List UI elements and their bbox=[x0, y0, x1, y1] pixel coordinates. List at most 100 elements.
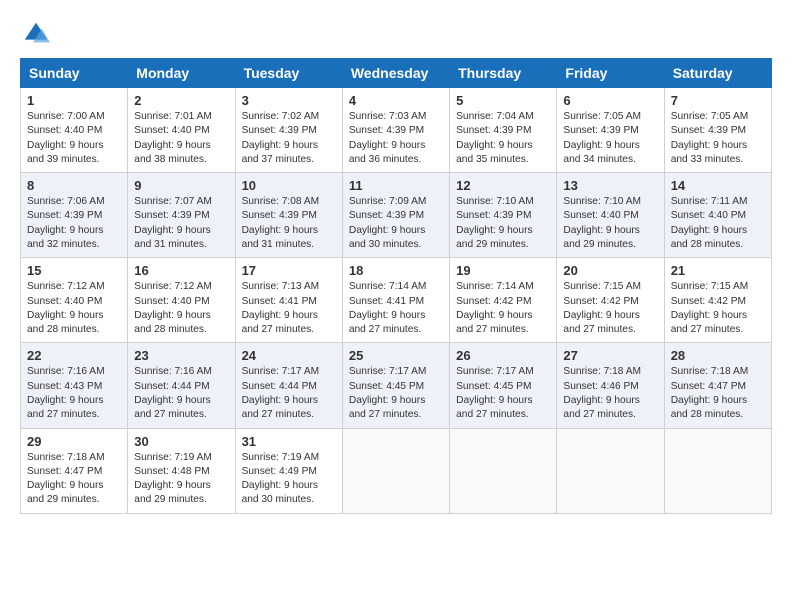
week-row-1: 1 Sunrise: 7:00 AMSunset: 4:40 PMDaylight… bbox=[21, 88, 772, 173]
calendar-cell: 22Sunrise: 7:16 AMSunset: 4:43 PMDayligh… bbox=[21, 343, 128, 428]
day-number: 24 bbox=[242, 348, 336, 363]
calendar-cell: 19Sunrise: 7:14 AMSunset: 4:42 PMDayligh… bbox=[450, 258, 557, 343]
calendar-cell: 24 Sunrise: 7:17 AMSunset: 4:44 PMDayligh… bbox=[235, 343, 342, 428]
cell-info: Sunrise: 7:03 AMSunset: 4:39 PMDaylight:… bbox=[349, 110, 443, 167]
day-number: 20 bbox=[563, 263, 657, 278]
calendar-cell: 13 Sunrise: 7:10 AMSunset: 4:40 PMDayligh… bbox=[557, 173, 664, 258]
day-number: 7 bbox=[671, 93, 765, 108]
day-number: 29 bbox=[27, 434, 121, 449]
cell-info: Sunrise: 7:17 AMSunset: 4:44 PMDaylight:… bbox=[242, 365, 336, 422]
calendar-cell: 17 Sunrise: 7:13 AMSunset: 4:41 PMDayligh… bbox=[235, 258, 342, 343]
calendar-cell: 25Sunrise: 7:17 AMSunset: 4:45 PMDayligh… bbox=[342, 343, 449, 428]
day-number: 13 bbox=[563, 178, 657, 193]
calendar-cell: 31Sunrise: 7:19 AMSunset: 4:49 PMDayligh… bbox=[235, 428, 342, 513]
day-number: 3 bbox=[242, 93, 336, 108]
calendar-cell: 9 Sunrise: 7:07 AMSunset: 4:39 PMDaylight… bbox=[128, 173, 235, 258]
cell-info: Sunrise: 7:15 AMSunset: 4:42 PMDaylight:… bbox=[563, 280, 657, 337]
cell-info: Sunrise: 7:10 AMSunset: 4:40 PMDaylight:… bbox=[563, 195, 657, 252]
cell-info: Sunrise: 7:14 AMSunset: 4:42 PMDaylight:… bbox=[456, 280, 550, 337]
header-cell-saturday: Saturday bbox=[664, 59, 771, 88]
calendar-cell bbox=[342, 428, 449, 513]
day-number: 5 bbox=[456, 93, 550, 108]
calendar-cell: 28 Sunrise: 7:18 AMSunset: 4:47 PMDayligh… bbox=[664, 343, 771, 428]
cell-info: Sunrise: 7:18 AMSunset: 4:46 PMDaylight:… bbox=[563, 365, 657, 422]
calendar-table: SundayMondayTuesdayWednesdayThursdayFrid… bbox=[20, 58, 772, 514]
week-row-3: 15 Sunrise: 7:12 AMSunset: 4:40 PMDayligh… bbox=[21, 258, 772, 343]
header bbox=[20, 20, 772, 48]
calendar-cell: 14Sunrise: 7:11 AMSunset: 4:40 PMDayligh… bbox=[664, 173, 771, 258]
day-number: 27 bbox=[563, 348, 657, 363]
calendar-cell: 12 Sunrise: 7:10 AMSunset: 4:39 PMDayligh… bbox=[450, 173, 557, 258]
day-number: 6 bbox=[563, 93, 657, 108]
calendar-cell: 21 Sunrise: 7:15 AMSunset: 4:42 PMDayligh… bbox=[664, 258, 771, 343]
header-cell-wednesday: Wednesday bbox=[342, 59, 449, 88]
calendar-cell: 16Sunrise: 7:12 AMSunset: 4:40 PMDayligh… bbox=[128, 258, 235, 343]
header-cell-friday: Friday bbox=[557, 59, 664, 88]
cell-info: Sunrise: 7:05 AMSunset: 4:39 PMDaylight:… bbox=[563, 110, 657, 167]
calendar-cell bbox=[664, 428, 771, 513]
cell-info: Sunrise: 7:00 AMSunset: 4:40 PMDaylight:… bbox=[27, 110, 121, 167]
cell-info: Sunrise: 7:12 AMSunset: 4:40 PMDaylight:… bbox=[134, 280, 228, 337]
cell-info: Sunrise: 7:10 AMSunset: 4:39 PMDaylight:… bbox=[456, 195, 550, 252]
calendar-cell bbox=[450, 428, 557, 513]
day-number: 2 bbox=[134, 93, 228, 108]
calendar-cell: 23 Sunrise: 7:16 AMSunset: 4:44 PMDayligh… bbox=[128, 343, 235, 428]
calendar-cell: 30Sunrise: 7:19 AMSunset: 4:48 PMDayligh… bbox=[128, 428, 235, 513]
cell-info: Sunrise: 7:17 AMSunset: 4:45 PMDaylight:… bbox=[456, 365, 550, 422]
cell-info: Sunrise: 7:05 AMSunset: 4:39 PMDaylight:… bbox=[671, 110, 765, 167]
cell-info: Sunrise: 7:16 AMSunset: 4:43 PMDaylight:… bbox=[27, 365, 121, 422]
calendar-cell: 5 Sunrise: 7:04 AMSunset: 4:39 PMDaylight… bbox=[450, 88, 557, 173]
logo-icon bbox=[22, 20, 50, 48]
cell-info: Sunrise: 7:18 AMSunset: 4:47 PMDaylight:… bbox=[671, 365, 765, 422]
day-number: 10 bbox=[242, 178, 336, 193]
calendar-cell: 6 Sunrise: 7:05 AMSunset: 4:39 PMDaylight… bbox=[557, 88, 664, 173]
calendar-cell: 4 Sunrise: 7:03 AMSunset: 4:39 PMDaylight… bbox=[342, 88, 449, 173]
day-number: 4 bbox=[349, 93, 443, 108]
calendar-cell: 2 Sunrise: 7:01 AMSunset: 4:40 PMDaylight… bbox=[128, 88, 235, 173]
day-number: 12 bbox=[456, 178, 550, 193]
day-number: 1 bbox=[27, 93, 121, 108]
cell-info: Sunrise: 7:11 AMSunset: 4:40 PMDaylight:… bbox=[671, 195, 765, 252]
week-row-4: 22Sunrise: 7:16 AMSunset: 4:43 PMDayligh… bbox=[21, 343, 772, 428]
cell-info: Sunrise: 7:01 AMSunset: 4:40 PMDaylight:… bbox=[134, 110, 228, 167]
calendar-cell: 7 Sunrise: 7:05 AMSunset: 4:39 PMDaylight… bbox=[664, 88, 771, 173]
cell-info: Sunrise: 7:15 AMSunset: 4:42 PMDaylight:… bbox=[671, 280, 765, 337]
day-number: 15 bbox=[27, 263, 121, 278]
week-row-2: 8Sunrise: 7:06 AMSunset: 4:39 PMDaylight… bbox=[21, 173, 772, 258]
day-number: 9 bbox=[134, 178, 228, 193]
cell-info: Sunrise: 7:14 AMSunset: 4:41 PMDaylight:… bbox=[349, 280, 443, 337]
logo bbox=[20, 20, 50, 48]
day-number: 17 bbox=[242, 263, 336, 278]
calendar-cell: 26 Sunrise: 7:17 AMSunset: 4:45 PMDayligh… bbox=[450, 343, 557, 428]
header-row: SundayMondayTuesdayWednesdayThursdayFrid… bbox=[21, 59, 772, 88]
day-number: 11 bbox=[349, 178, 443, 193]
day-number: 26 bbox=[456, 348, 550, 363]
cell-info: Sunrise: 7:13 AMSunset: 4:41 PMDaylight:… bbox=[242, 280, 336, 337]
calendar-cell: 3 Sunrise: 7:02 AMSunset: 4:39 PMDaylight… bbox=[235, 88, 342, 173]
cell-info: Sunrise: 7:16 AMSunset: 4:44 PMDaylight:… bbox=[134, 365, 228, 422]
day-number: 18 bbox=[349, 263, 443, 278]
header-cell-tuesday: Tuesday bbox=[235, 59, 342, 88]
calendar-cell: 10Sunrise: 7:08 AMSunset: 4:39 PMDayligh… bbox=[235, 173, 342, 258]
calendar-cell: 15 Sunrise: 7:12 AMSunset: 4:40 PMDayligh… bbox=[21, 258, 128, 343]
cell-info: Sunrise: 7:04 AMSunset: 4:39 PMDaylight:… bbox=[456, 110, 550, 167]
cell-info: Sunrise: 7:06 AMSunset: 4:39 PMDaylight:… bbox=[27, 195, 121, 252]
week-row-5: 29 Sunrise: 7:18 AMSunset: 4:47 PMDayligh… bbox=[21, 428, 772, 513]
cell-info: Sunrise: 7:17 AMSunset: 4:45 PMDaylight:… bbox=[349, 365, 443, 422]
calendar-cell: 11 Sunrise: 7:09 AMSunset: 4:39 PMDayligh… bbox=[342, 173, 449, 258]
calendar-cell: 20 Sunrise: 7:15 AMSunset: 4:42 PMDayligh… bbox=[557, 258, 664, 343]
cell-info: Sunrise: 7:18 AMSunset: 4:47 PMDaylight:… bbox=[27, 451, 121, 508]
header-cell-sunday: Sunday bbox=[21, 59, 128, 88]
day-number: 21 bbox=[671, 263, 765, 278]
day-number: 31 bbox=[242, 434, 336, 449]
day-number: 28 bbox=[671, 348, 765, 363]
header-cell-thursday: Thursday bbox=[450, 59, 557, 88]
calendar-cell: 18 Sunrise: 7:14 AMSunset: 4:41 PMDayligh… bbox=[342, 258, 449, 343]
cell-info: Sunrise: 7:07 AMSunset: 4:39 PMDaylight:… bbox=[134, 195, 228, 252]
cell-info: Sunrise: 7:12 AMSunset: 4:40 PMDaylight:… bbox=[27, 280, 121, 337]
cell-info: Sunrise: 7:09 AMSunset: 4:39 PMDaylight:… bbox=[349, 195, 443, 252]
cell-info: Sunrise: 7:02 AMSunset: 4:39 PMDaylight:… bbox=[242, 110, 336, 167]
calendar-cell: 29 Sunrise: 7:18 AMSunset: 4:47 PMDayligh… bbox=[21, 428, 128, 513]
calendar-cell: 27 Sunrise: 7:18 AMSunset: 4:46 PMDayligh… bbox=[557, 343, 664, 428]
day-number: 23 bbox=[134, 348, 228, 363]
